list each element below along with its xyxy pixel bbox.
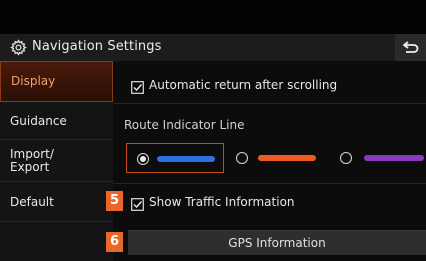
checkbox-checked-icon <box>131 198 144 211</box>
gear-icon <box>10 39 27 56</box>
traffic-checkbox[interactable] <box>131 196 144 211</box>
traffic-label: Show Traffic Information <box>149 195 295 209</box>
route-indicator-label: Route Indicator Line <box>124 118 245 132</box>
checkbox-checked-icon <box>131 81 144 94</box>
sidebar-item-display[interactable]: Display <box>0 61 113 102</box>
route-color-orange[interactable] <box>226 143 330 173</box>
route-color-purple[interactable] <box>330 143 426 173</box>
sidebar-item-label-line2: Export <box>10 160 50 174</box>
radio-unselected-icon <box>236 152 248 164</box>
page-title: Navigation Settings <box>32 39 162 54</box>
sidebar-item-import-export[interactable]: Import/ Export <box>0 140 113 182</box>
sidebar-item-label: Default <box>10 195 54 209</box>
back-arrow-icon <box>403 41 419 53</box>
settings-sidebar: Display Guidance Import/ Export Default <box>0 61 113 261</box>
sidebar-item-guidance[interactable]: Guidance <box>0 102 113 140</box>
sidebar-item-label: Guidance <box>10 114 67 128</box>
top-status-bar <box>0 0 426 34</box>
blue-line-swatch <box>157 156 215 162</box>
orange-line-swatch <box>258 155 316 161</box>
gps-button-label: GPS Information <box>228 236 326 250</box>
radio-unselected-icon <box>340 152 352 164</box>
purple-line-swatch <box>364 155 424 161</box>
callout-badge-5: 5 <box>106 191 123 211</box>
auto-return-checkbox[interactable] <box>131 79 144 94</box>
sidebar-item-default[interactable]: Default <box>0 182 113 222</box>
header-bar: Navigation Settings <box>0 34 426 61</box>
radio-selected-icon <box>137 153 149 165</box>
divider <box>113 103 426 104</box>
divider <box>113 183 426 184</box>
screen: Navigation Settings Display Guidance Imp… <box>0 0 426 261</box>
callout-badge-6: 6 <box>106 232 123 252</box>
route-color-blue[interactable] <box>126 143 224 173</box>
sidebar-item-label: Display <box>11 74 56 88</box>
back-button[interactable] <box>395 34 426 61</box>
gps-information-button[interactable]: GPS Information <box>128 230 426 255</box>
auto-return-label: Automatic return after scrolling <box>149 78 338 92</box>
